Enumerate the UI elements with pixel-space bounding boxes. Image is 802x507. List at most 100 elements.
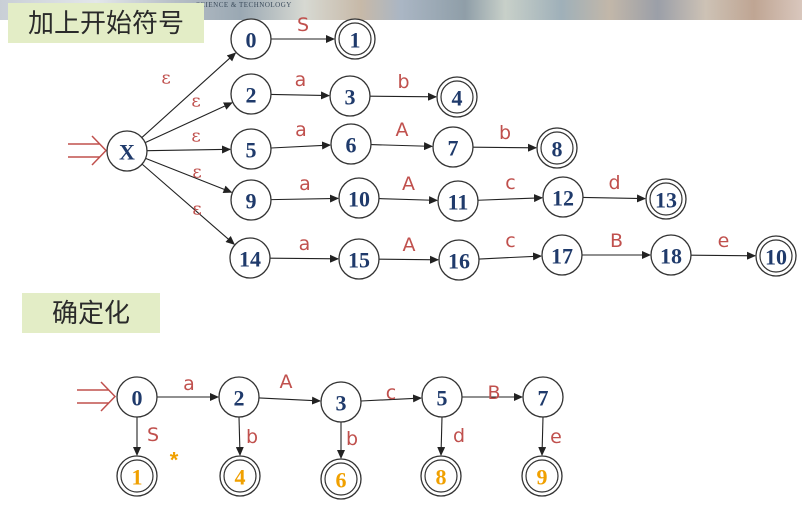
- nfa-edge-19: [690, 251, 757, 260]
- nfa-epsilon-label-3: ε: [192, 162, 201, 183]
- dfa-state-2: 3: [320, 381, 362, 423]
- dfa-state-3: 5: [421, 376, 463, 418]
- nfa-state-1: 0: [230, 18, 272, 60]
- nfa-state-20-label: 10: [765, 245, 787, 270]
- nfa-state-9: 8: [536, 127, 578, 169]
- dfa-final-state-4-label: 9: [537, 465, 548, 490]
- dfa-final-state-3-label: 8: [436, 465, 447, 490]
- nfa-epsilon-label-1: ε: [191, 91, 200, 112]
- dfa-state-4: 7: [522, 376, 564, 418]
- nfa-edge-8: [270, 141, 332, 150]
- nfa-state-18-label: 17: [551, 244, 573, 269]
- dfa-state-4-label: 7: [538, 386, 549, 411]
- dfa-down-label-3: d: [453, 425, 465, 447]
- nfa-state-2: 1: [334, 18, 376, 60]
- nfa-state-12: 11: [437, 180, 479, 222]
- nfa-state-10-label: 9: [246, 189, 257, 214]
- nfa-edge-13: [477, 194, 544, 203]
- nfa-state-1-label: 0: [246, 28, 257, 53]
- nfa-state-12-label: 11: [448, 190, 469, 215]
- dfa-state-1-label: 2: [234, 386, 245, 411]
- dfa-final-state-3: 8: [420, 455, 462, 497]
- nfa-state-13-label: 12: [552, 186, 574, 211]
- dfa-state-1: 2: [218, 376, 260, 418]
- nfa-edge-label-6: a: [295, 69, 307, 91]
- nfa-state-15-label: 14: [239, 247, 261, 272]
- dfa-final-state-1: 4: [219, 455, 261, 497]
- nfa-state-19: 18: [650, 234, 692, 276]
- nfa-state-14: 13: [645, 178, 687, 220]
- nfa-edge-label-12: A: [402, 173, 415, 195]
- nfa-edge-7: [369, 92, 438, 101]
- nfa-edge-label-16: A: [403, 234, 416, 256]
- nfa-state-18: 17: [541, 234, 583, 276]
- nfa-state-20: 10: [755, 235, 797, 277]
- nfa-state-4-label: 3: [345, 85, 356, 110]
- nfa-state-0-label: X: [119, 140, 135, 165]
- nfa-state-5: 4: [436, 76, 478, 118]
- nfa-epsilon-label-2: ε: [191, 126, 200, 147]
- nodes-layer: X0 12 3 45 6 7 89 10 11 12 1314 15 16 17 18 100 2 3 5 71 4 6 8…: [106, 18, 797, 500]
- nfa-state-9-label: 8: [552, 137, 563, 162]
- nfa-edge-12: [378, 196, 439, 205]
- nfa-state-8: 7: [432, 126, 474, 168]
- nfa-edge-label-17: c: [505, 230, 515, 252]
- nfa-state-2-label: 1: [350, 28, 361, 53]
- nfa-edge-label-11: a: [299, 173, 311, 195]
- dfa-start-arrow: [77, 381, 117, 412]
- nfa-state-16: 15: [338, 238, 380, 280]
- nfa-epsilon-label-0: ε: [161, 68, 170, 89]
- nfa-edge-label-8: a: [295, 119, 307, 141]
- dfa-down-edge-1: [235, 416, 244, 456]
- dfa-down-label-0: S: [147, 424, 159, 446]
- dfa-down-edge-4: [538, 416, 547, 456]
- dfa-edge-label-1: A: [280, 371, 293, 393]
- nfa-edge-2: [146, 145, 232, 154]
- nfa-edge-11: [270, 194, 340, 203]
- nfa-state-7-label: 6: [346, 133, 357, 158]
- dfa-state-3-label: 5: [437, 386, 448, 411]
- dfa-down-edge-3: [437, 416, 446, 456]
- nfa-edge-10: [472, 143, 538, 152]
- nfa-edge-label-14: d: [608, 172, 620, 194]
- nfa-state-3: 2: [230, 73, 272, 115]
- nfa-state-11-label: 10: [348, 187, 370, 212]
- nfa-state-3-label: 2: [246, 83, 257, 108]
- nfa-edge-label-18: B: [610, 230, 623, 252]
- nfa-edge-label-5: S: [297, 14, 309, 36]
- nfa-state-0: X: [106, 130, 148, 172]
- dfa-final-state-4: 9: [521, 455, 563, 497]
- dfa-final-state-2-label: 6: [336, 468, 347, 493]
- dfa-state-2-label: 3: [336, 391, 347, 416]
- nfa-edge-9: [370, 142, 434, 151]
- nfa-edge-0: [141, 52, 237, 139]
- nfa-state-7: 6: [330, 123, 372, 165]
- nfa-state-6: 5: [230, 128, 272, 170]
- automaton-diagram: X0 12 3 45 6 7 89 10 11 12 1314 15 16 17 18 100 2 3 5 71 4 6 8…: [68, 14, 797, 500]
- dfa-star-mark: *: [170, 448, 179, 473]
- nfa-state-17-label: 16: [448, 249, 470, 274]
- nfa-edge-label-15: a: [299, 233, 311, 255]
- nfa-edge-15: [269, 254, 340, 263]
- nfa-state-6-label: 5: [246, 138, 257, 163]
- dfa-final-state-1-label: 4: [235, 465, 246, 490]
- nfa-edge-label-13: c: [505, 172, 515, 194]
- nfa-edge-16: [378, 255, 440, 264]
- nfa-state-19-label: 18: [660, 244, 682, 269]
- dfa-state-0: 0: [116, 376, 158, 418]
- nfa-state-5-label: 4: [452, 86, 463, 111]
- dfa-edge-label-2: c: [386, 382, 396, 404]
- nfa-edge-label-9: A: [396, 119, 409, 141]
- nfa-edge-3: [145, 157, 233, 194]
- dfa-edge-label-0: a: [183, 373, 195, 395]
- nfa-edge-4: [141, 163, 235, 245]
- nfa-state-14-label: 13: [655, 188, 677, 213]
- nfa-edge-6: [270, 91, 331, 100]
- nfa-state-10: 9: [230, 179, 272, 221]
- dfa-down-label-2: b: [346, 428, 358, 450]
- dfa-final-state-2: 6: [320, 458, 362, 500]
- nfa-state-13: 12: [542, 176, 584, 218]
- nfa-start-arrow: [68, 135, 108, 166]
- nfa-edge-17: [478, 252, 543, 261]
- nfa-edge-label-10: b: [499, 122, 511, 144]
